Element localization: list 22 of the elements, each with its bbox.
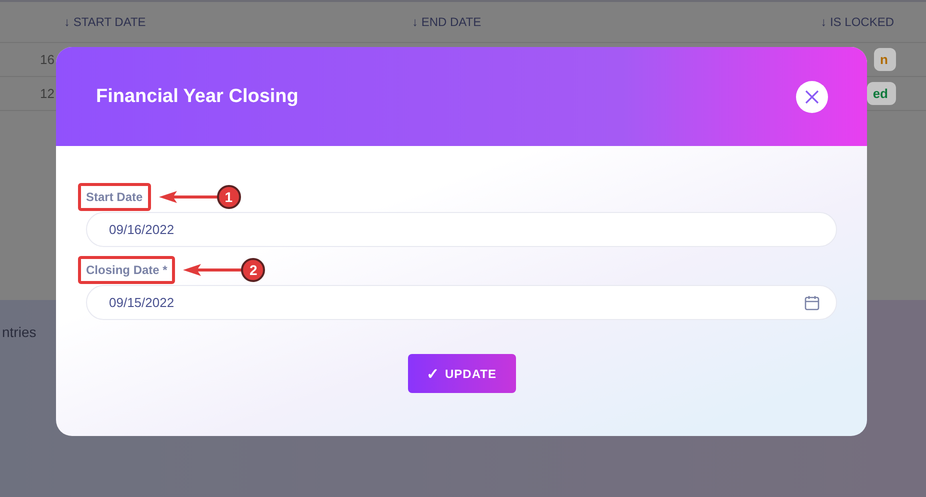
- column-header[interactable]: ↓ START DATE: [0, 15, 250, 29]
- field-label: Closing Date *: [86, 263, 168, 277]
- close-icon: [805, 90, 819, 104]
- close-button[interactable]: [796, 80, 828, 112]
- calendar-icon[interactable]: [804, 294, 820, 310]
- status-badge: n: [874, 48, 896, 71]
- check-icon: ✓: [426, 364, 440, 382]
- entries-label: ntries: [2, 324, 36, 340]
- column-header[interactable]: ↓ END DATE: [250, 15, 730, 29]
- step-badge: 1: [216, 185, 241, 209]
- update-button[interactable]: ✓ UPDATE: [408, 354, 516, 393]
- status-badge: ed: [866, 82, 896, 105]
- modal-title: Financial Year Closing: [96, 86, 298, 108]
- date-field[interactable]: 09/15/2022: [86, 285, 837, 320]
- table-cell-text: 12: [39, 86, 54, 101]
- field-label: Start Date: [86, 190, 143, 204]
- arrow-icon: [158, 190, 219, 204]
- date-field[interactable]: 09/16/2022: [86, 212, 837, 247]
- arrow-icon: [183, 263, 244, 277]
- table-cell-text: 16: [39, 52, 54, 67]
- step-badge: 2: [241, 258, 266, 282]
- column-header[interactable]: ↓ IS LOCKED: [730, 15, 926, 29]
